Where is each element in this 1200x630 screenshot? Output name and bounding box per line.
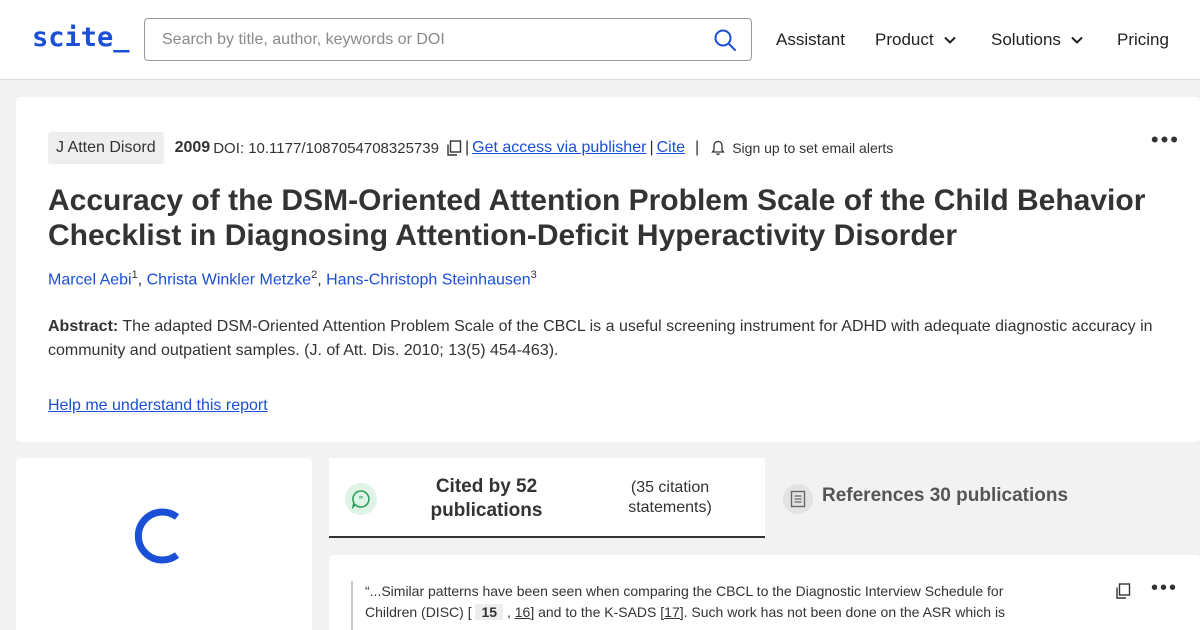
separator: | bbox=[464, 139, 470, 156]
article-meta: J Atten Disord 2009 DOI: 10.1177/1087054… bbox=[48, 132, 893, 164]
quote-text: ] and to the K-SADS [ bbox=[530, 604, 665, 620]
quote-text: , bbox=[506, 604, 511, 620]
abstract: Abstract: The adapted DSM-Oriented Atten… bbox=[48, 315, 1168, 363]
publication-year: 2009 bbox=[174, 139, 211, 156]
nav-pricing-label: Pricing bbox=[1117, 30, 1169, 49]
reference-marker[interactable]: 15 bbox=[475, 604, 504, 620]
nav-solutions[interactable]: Solutions bbox=[991, 30, 1083, 50]
document-icon bbox=[783, 484, 813, 514]
citation-more-button[interactable]: ••• bbox=[1151, 577, 1178, 600]
nav-solutions-label: Solutions bbox=[991, 30, 1061, 49]
nav-pricing[interactable]: Pricing bbox=[1117, 30, 1169, 50]
tab-references[interactable]: References 30 publications bbox=[766, 458, 1200, 538]
abstract-label: Abstract: bbox=[48, 318, 119, 335]
author-list: Marcel Aebi1, Christa Winkler Metzke2, H… bbox=[48, 269, 537, 289]
bell-icon[interactable] bbox=[711, 140, 726, 156]
article-title: Accuracy of the DSM-Oriented Attention P… bbox=[48, 184, 1146, 252]
copy-icon[interactable] bbox=[446, 140, 462, 156]
nav-product-label: Product bbox=[875, 30, 934, 49]
reference-marker[interactable]: 17 bbox=[664, 604, 680, 620]
svg-text:": " bbox=[359, 496, 364, 506]
references-label: References 30 publications bbox=[822, 485, 1069, 506]
chevron-down-icon bbox=[1071, 36, 1083, 44]
author-link[interactable]: Hans-Christoph Steinhausen bbox=[326, 271, 531, 288]
author-link[interactable]: Marcel Aebi bbox=[48, 271, 132, 288]
tab-cited-by[interactable]: " Cited by 52 publications (35 citation … bbox=[329, 458, 765, 538]
chevron-down-icon bbox=[943, 36, 956, 44]
citation-statements-count: (35 citation statements) bbox=[628, 479, 712, 516]
nav-product[interactable]: Product bbox=[875, 30, 956, 50]
cite-link[interactable]: Cite bbox=[657, 139, 685, 157]
top-header: scite_ Assistant Product Solutions Prici… bbox=[0, 0, 1200, 80]
email-alerts-link[interactable]: Sign up to set email alerts bbox=[732, 140, 893, 156]
citation-quote: “...Similar patterns have been seen when… bbox=[351, 581, 1011, 630]
loading-spinner-icon bbox=[134, 508, 180, 564]
search-box[interactable] bbox=[144, 18, 752, 61]
help-understand-link[interactable]: Help me understand this report bbox=[48, 397, 268, 415]
get-access-link[interactable]: Get access via publisher bbox=[472, 139, 646, 157]
search-input[interactable] bbox=[162, 19, 702, 60]
chat-quote-icon: " bbox=[345, 483, 377, 515]
more-options-button[interactable]: ••• bbox=[1151, 127, 1180, 153]
copy-icon[interactable] bbox=[1115, 583, 1131, 599]
separator: | bbox=[649, 139, 654, 156]
author-affiliation: 3 bbox=[530, 269, 537, 281]
reference-marker[interactable]: 16 bbox=[515, 604, 531, 620]
article-card: J Atten Disord 2009 DOI: 10.1177/1087054… bbox=[16, 97, 1200, 442]
author-link[interactable]: Christa Winkler Metzke bbox=[147, 271, 311, 288]
nav-assistant-label: Assistant bbox=[776, 30, 845, 49]
search-icon[interactable] bbox=[713, 28, 737, 52]
side-panel bbox=[16, 458, 312, 630]
doi-text: DOI: 10.1177/1087054708325739 bbox=[213, 139, 439, 157]
scite-logo[interactable]: scite_ bbox=[32, 22, 130, 53]
citation-card: “...Similar patterns have been seen when… bbox=[329, 555, 1200, 630]
separator: | bbox=[695, 139, 700, 156]
nav-assistant[interactable]: Assistant bbox=[776, 30, 845, 50]
cited-by-label: Cited by 52 publications bbox=[430, 476, 543, 521]
journal-badge[interactable]: J Atten Disord bbox=[48, 132, 164, 164]
abstract-text: The adapted DSM-Oriented Attention Probl… bbox=[48, 318, 1153, 359]
